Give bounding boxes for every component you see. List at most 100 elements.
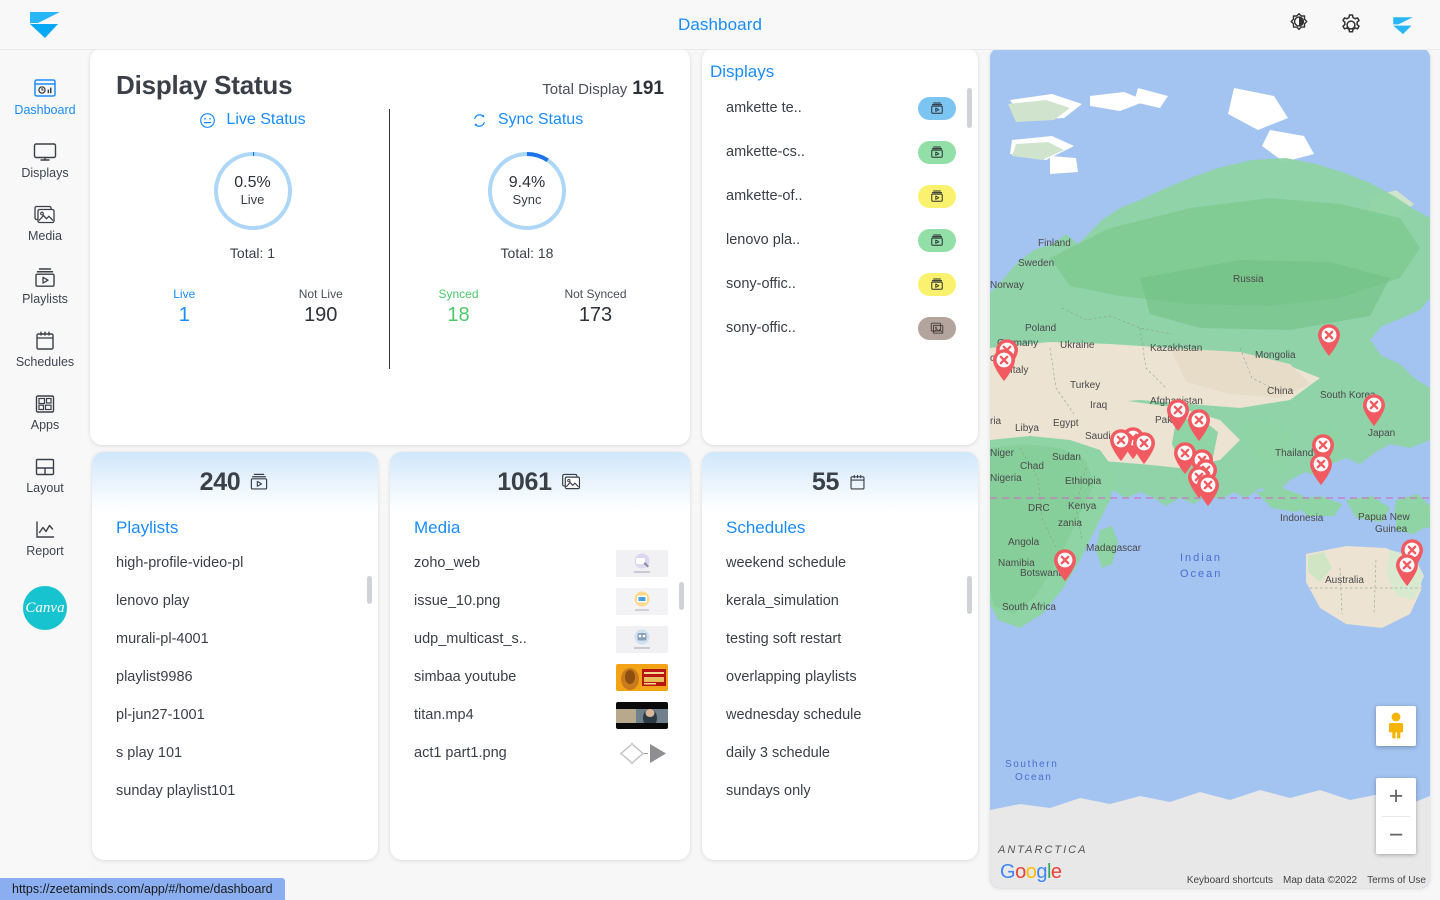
media-list-item[interactable]: issue_10.png (390, 582, 690, 620)
map-pin-error-icon[interactable] (1052, 548, 1078, 582)
display-list-item[interactable]: lenovo pla.. (702, 218, 978, 262)
item-name: overlapping playlists (726, 669, 857, 685)
zoom-out-button[interactable]: − (1376, 816, 1416, 854)
sidebar-item-label: Media (27, 228, 63, 243)
item-name: kerala_simulation (726, 593, 839, 609)
map-place-label: Nigeria (990, 473, 1022, 484)
playlist-list-item[interactable]: sunday playlist101 (92, 772, 378, 810)
schedule-list-item[interactable]: kerala_simulation (702, 582, 978, 620)
map-place-label: Indonesia (1280, 513, 1324, 524)
live-status-label: Live Status (226, 111, 306, 128)
display-status-badge[interactable] (918, 272, 956, 296)
map-zoom-controls: + − (1376, 778, 1416, 854)
map-place-label: South Africa (1002, 602, 1056, 613)
images-icon (34, 205, 55, 223)
map-place-label: Japan (1368, 428, 1396, 439)
map-attribution-item[interactable]: Keyboard shortcuts (1187, 875, 1273, 886)
playlist-list-item[interactable]: s play 101 (92, 734, 378, 772)
map-attribution-item[interactable]: Terms of Use (1367, 875, 1426, 886)
zoom-in-button[interactable]: + (1376, 778, 1416, 816)
display-status-header: Display Status Total Display 191 (116, 70, 664, 101)
sidebar-item-displays[interactable]: Displays (0, 129, 90, 191)
display-list-item[interactable]: amkette te.. (702, 86, 978, 130)
map-place-label: Ukraine (1060, 340, 1095, 351)
playlist-list-item[interactable]: high-profile-video-pl (92, 544, 378, 582)
gear-icon[interactable] (1338, 12, 1364, 38)
live-percent: 0.5% (234, 174, 271, 192)
map-place-label: Chad (1020, 461, 1044, 472)
media-thumbnail (616, 549, 668, 577)
sidebar-item-schedules[interactable]: Schedules (0, 318, 90, 380)
sidebar-item-report[interactable]: Report (0, 507, 90, 569)
map-pin-error-icon[interactable] (1308, 452, 1334, 486)
map-pin-error-icon[interactable] (1361, 393, 1387, 427)
sidebar-item-playlists[interactable]: Playlists (0, 255, 90, 317)
media-list-item[interactable]: zoho_web (390, 544, 690, 582)
legend-value: 18 (447, 303, 470, 326)
display-status-badge[interactable] (918, 228, 956, 252)
map-pin-error-icon[interactable] (1394, 553, 1420, 587)
schedule-list-item[interactable]: wednesday schedule (702, 696, 978, 734)
display-list-item[interactable]: amkette-cs.. (702, 130, 978, 174)
display-list-item[interactable]: sony-offic.. (702, 262, 978, 306)
map-pin-error-icon[interactable] (991, 348, 1017, 382)
schedule-list-item[interactable]: sundays only (702, 772, 978, 810)
street-view-pegman-button[interactable] (1376, 706, 1416, 746)
sidebar-item-label: Displays (21, 165, 69, 180)
display-status-badge[interactable] (918, 184, 956, 208)
playlist-list-item[interactable]: playlist9986 (92, 658, 378, 696)
media-list-item[interactable]: simbaa youtube (390, 658, 690, 696)
google-logo-letter: e (1050, 861, 1062, 883)
schedules-title: Schedules (726, 518, 806, 537)
map-place-label: Ethiopia (1065, 476, 1102, 487)
brightness-contrast-icon[interactable] (1286, 12, 1312, 38)
schedule-list-item[interactable]: daily 3 schedule (702, 734, 978, 772)
media-list-item[interactable]: udp_multicast_s.. (390, 620, 690, 658)
schedules-count: 55 (811, 467, 840, 496)
display-status-badge[interactable] (918, 96, 956, 120)
playlist-icon (35, 267, 55, 287)
schedule-list-item[interactable]: weekend schedule (702, 544, 978, 582)
display-list-item[interactable]: amkette-of.. (702, 174, 978, 218)
map-pin-error-icon[interactable] (1316, 323, 1342, 357)
map-attribution: Keyboard shortcuts Map data ©2022 Terms of… (1187, 875, 1426, 886)
display-status-badge[interactable] (918, 140, 956, 164)
calendar-icon (850, 474, 865, 490)
playlist-list-item[interactable]: pl-jun27-1001 (92, 696, 378, 734)
playlists-scrollbar[interactable] (367, 576, 372, 604)
zeetaminds-logo-icon[interactable] (1390, 12, 1416, 38)
live-donut-text: 0.5% Live (211, 149, 295, 233)
map-place-label: Papua New (1358, 512, 1410, 523)
smiley-icon (200, 112, 216, 128)
map-pin-error-icon[interactable] (1195, 473, 1221, 507)
map-attribution-item[interactable]: Map data ©2022 (1283, 875, 1357, 886)
media-list-item[interactable]: act1 part1.png (390, 734, 690, 772)
sidebar-item-apps[interactable]: Apps (0, 381, 90, 443)
map-canvas[interactable]: Finland Sweden Norway Russia Poland Germany Uk… (990, 48, 1430, 888)
playlist-list-item[interactable]: lenovo play (92, 582, 378, 620)
sidebar-item-media[interactable]: Media (0, 192, 90, 254)
playlist-list-item[interactable]: murali-pl-4001 (92, 620, 378, 658)
map-pin-error-icon[interactable] (1131, 431, 1157, 465)
display-status-badge[interactable] (918, 316, 956, 340)
total-display-value: 191 (632, 78, 664, 99)
displays-scrollbar[interactable] (967, 88, 972, 128)
map-place-label: Australia (1325, 575, 1364, 586)
sidebar-item-layout[interactable]: Layout (0, 444, 90, 506)
item-name: udp_multicast_s.. (414, 631, 527, 647)
total-display-label: Total Display (542, 81, 628, 98)
schedule-list-item[interactable]: overlapping playlists (702, 658, 978, 696)
display-name: amkette-of.. (726, 188, 803, 204)
schedule-list-item[interactable]: testing soft restart (702, 620, 978, 658)
map-pin-error-icon[interactable] (1108, 428, 1134, 462)
media-scrollbar[interactable] (679, 582, 684, 610)
media-list-item[interactable]: titan.mp4 (390, 696, 690, 734)
canva-button[interactable]: Canva (23, 586, 67, 630)
map-pin-error-icon[interactable] (1186, 408, 1212, 442)
item-name: lenovo play (116, 593, 190, 609)
map-card[interactable]: Finland Sweden Norway Russia Poland Germany Uk… (990, 48, 1430, 888)
map-place-label: Ocean (1015, 772, 1053, 783)
schedules-scrollbar[interactable] (967, 576, 972, 614)
display-list-item[interactable]: sony-offic.. (702, 306, 978, 350)
sidebar-item-dashboard[interactable]: Dashboard (0, 66, 90, 128)
